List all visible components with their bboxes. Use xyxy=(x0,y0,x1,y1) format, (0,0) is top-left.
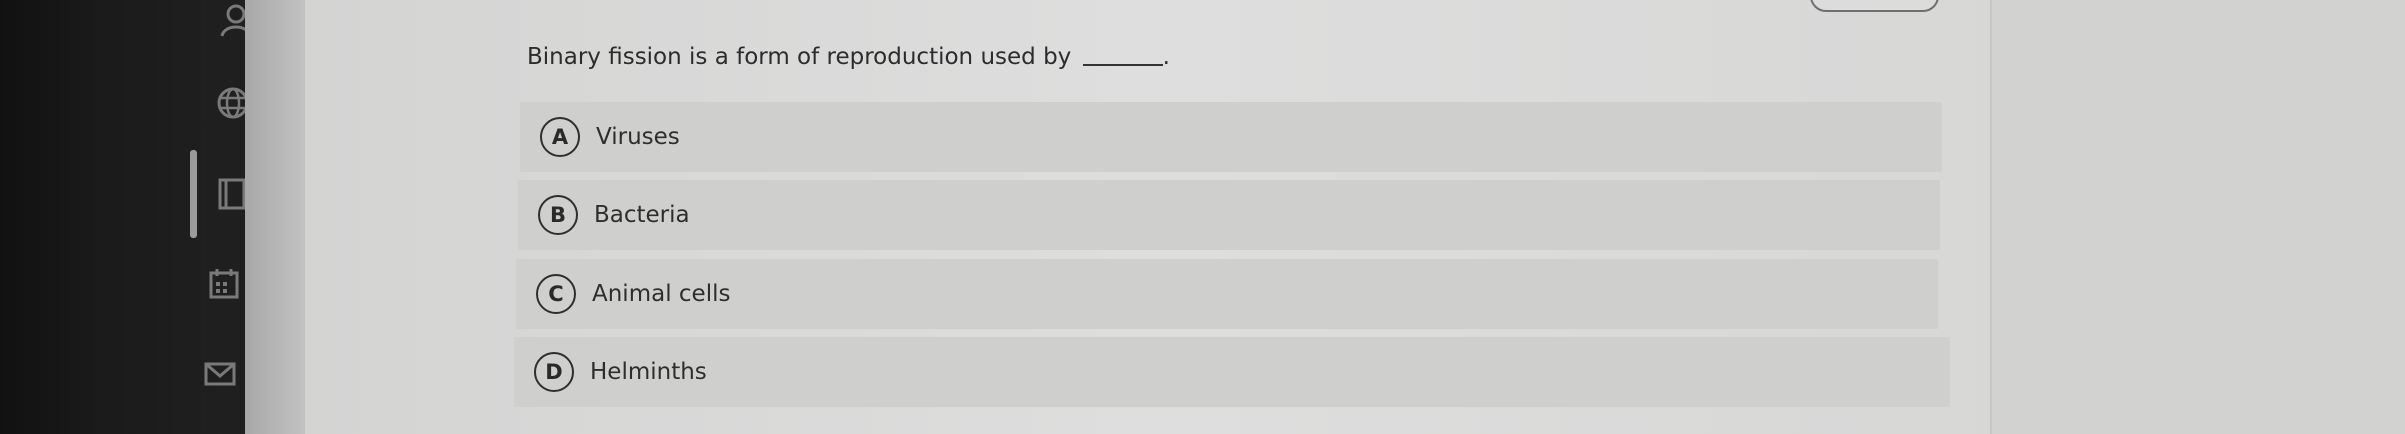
question-period: . xyxy=(1162,44,1170,70)
option-d[interactable]: D Helminths xyxy=(514,337,1950,407)
screen: Binary fission is a form of reproduction… xyxy=(0,0,2405,434)
right-panel xyxy=(1990,0,2405,434)
option-b-label: Bacteria xyxy=(594,202,690,228)
calendar-icon[interactable] xyxy=(206,266,242,302)
answer-blank xyxy=(1082,64,1163,66)
question-stem: Binary fission is a form of reproduction… xyxy=(527,44,1072,70)
option-a[interactable]: A Viruses xyxy=(520,102,1942,172)
top-button[interactable] xyxy=(1810,0,1939,12)
option-b-letter: B xyxy=(538,195,578,235)
option-c[interactable]: C Animal cells xyxy=(516,259,1938,329)
active-indicator xyxy=(190,150,197,238)
option-d-letter: D xyxy=(534,352,574,392)
mail-icon[interactable] xyxy=(202,356,238,392)
option-a-letter: A xyxy=(540,117,580,157)
option-d-label: Helminths xyxy=(590,359,707,385)
app-sidebar xyxy=(0,0,255,434)
option-c-label: Animal cells xyxy=(592,281,731,307)
option-a-label: Viruses xyxy=(596,124,680,150)
question-text: Binary fission is a form of reproduction… xyxy=(527,44,1170,70)
option-b[interactable]: B Bacteria xyxy=(518,180,1940,250)
option-c-letter: C xyxy=(536,274,576,314)
gutter xyxy=(245,0,305,434)
